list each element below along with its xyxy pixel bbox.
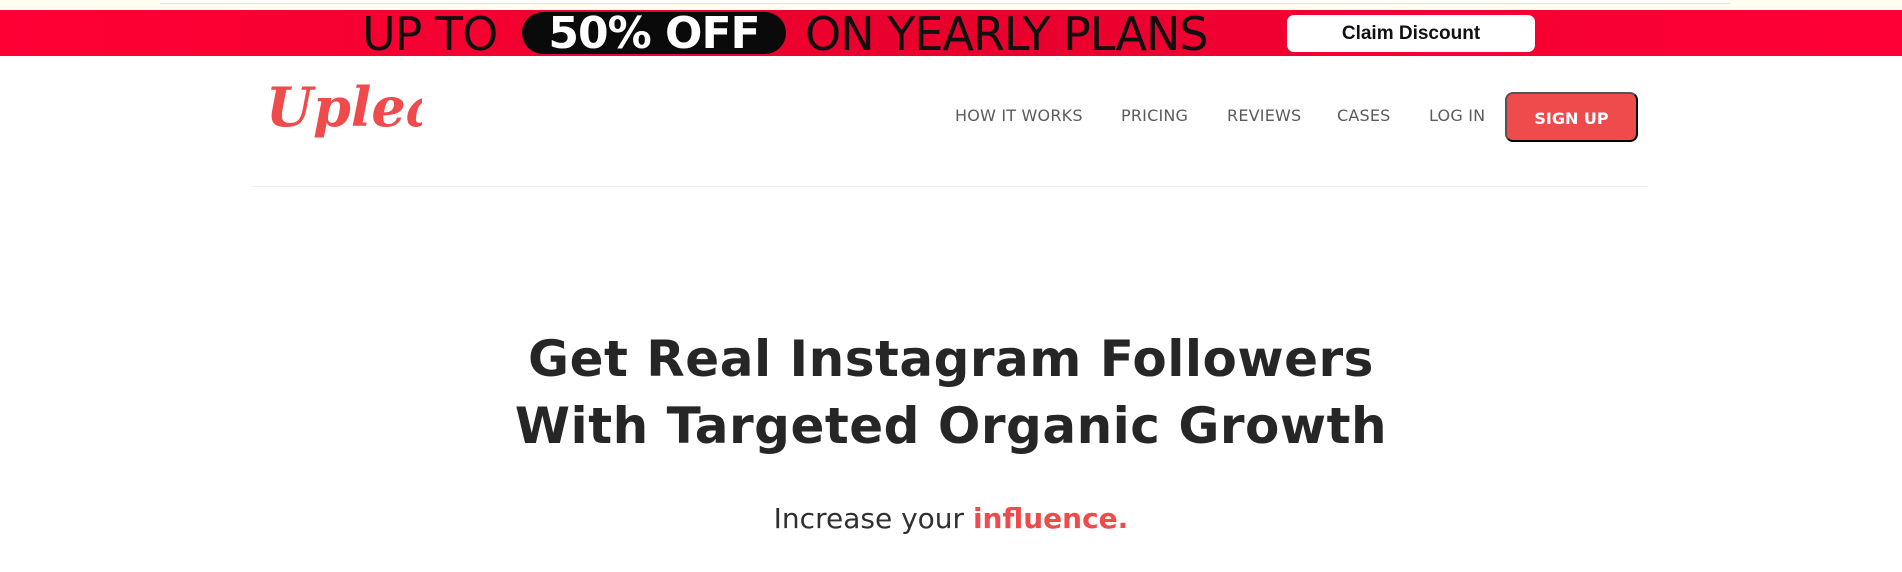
hero-title-line-2: With Targeted Organic Growth bbox=[514, 397, 1388, 455]
promo-suffix: ON YEARLY PLANS bbox=[805, 7, 1209, 61]
top-strip-bar bbox=[160, 0, 1730, 4]
claim-discount-button[interactable]: Claim Discount bbox=[1287, 15, 1535, 52]
nav-reviews[interactable]: REVIEWS bbox=[1227, 104, 1301, 128]
nav-log-in[interactable]: LOG IN bbox=[1429, 104, 1485, 128]
nav-cases[interactable]: CASES bbox=[1337, 104, 1391, 128]
nav-how-it-works[interactable]: HOW IT WORKS bbox=[955, 104, 1083, 128]
nav-pricing[interactable]: PRICING bbox=[1121, 104, 1188, 128]
header-divider bbox=[252, 186, 1648, 187]
upleap-logo[interactable]: Upleap bbox=[262, 75, 479, 156]
upleap-logo-mark: Upleap bbox=[266, 75, 479, 139]
logo-text: Upleap bbox=[266, 76, 422, 139]
hero-subtitle-prefix: Increase your bbox=[773, 502, 965, 535]
promo-highlight: 50% OFF bbox=[548, 8, 760, 59]
promo-banner: UP TO 50% OFF ON YEARLY PLANS bbox=[0, 7, 1902, 61]
promo-prefix: UP TO bbox=[362, 7, 498, 61]
sign-up-button[interactable]: SIGN UP bbox=[1505, 92, 1638, 142]
promo-discount-pill: 50% OFF bbox=[522, 8, 786, 59]
hero-subtitle-accent: influence. bbox=[972, 502, 1129, 535]
hero-title-line-1: Get Real Instagram Followers bbox=[528, 330, 1374, 388]
hero-subtitle: Increase your influence. bbox=[0, 502, 1902, 535]
